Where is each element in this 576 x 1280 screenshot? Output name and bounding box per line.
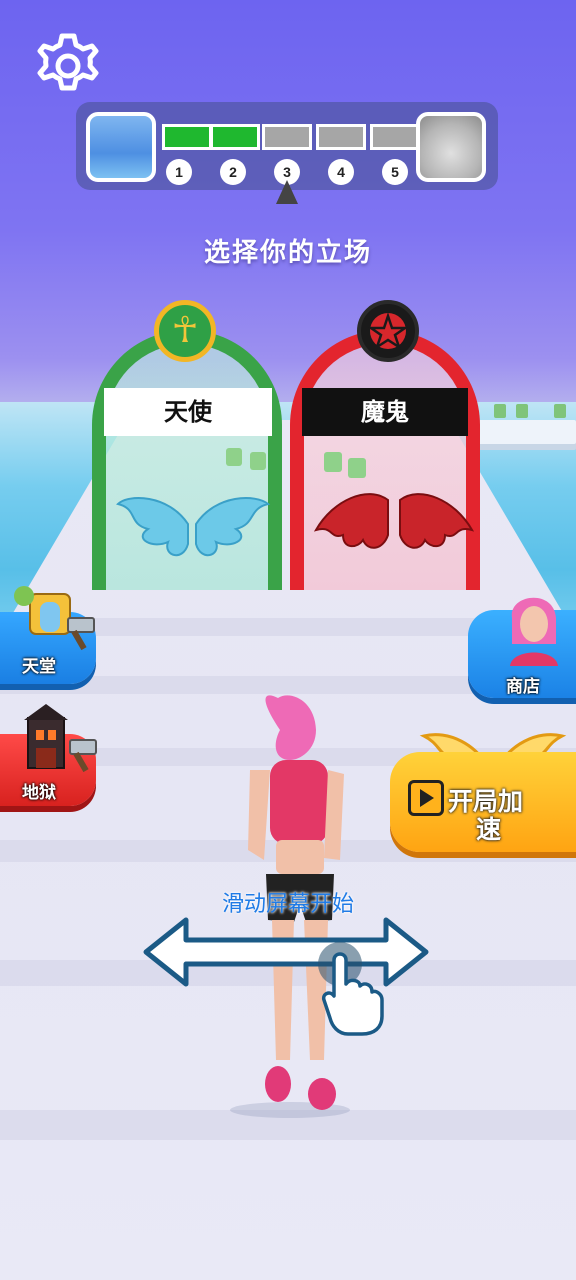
level-number: 1 [166,159,192,185]
pointing-hand-icon [318,942,384,1036]
distant-card [494,404,506,418]
progress-segment-todo [370,124,420,150]
hell-button[interactable]: 地狱 [0,704,97,806]
level-number: 4 [328,159,354,185]
hell-label: 地狱 [22,783,56,803]
video-play-icon [408,780,444,816]
ankh-icon: ☥ [154,300,216,362]
hell-building-icon [24,704,97,773]
settings-button[interactable] [32,30,104,102]
swipe-arrow-icon [143,917,429,987]
shop-label: 商店 [506,677,540,697]
stat-card [226,448,242,466]
progress-segment-todo [262,124,312,150]
demon-gate-label: 魔鬼 [302,388,468,436]
distant-card [554,404,566,418]
heaven-button[interactable]: 天堂 [0,586,96,684]
stat-card [324,452,342,472]
demon-gate[interactable] [290,330,480,590]
angel-gate-label: 天使 [104,388,272,436]
start-thumbnail [86,112,156,182]
progress-segment-done [162,124,212,150]
pentagram-icon [357,300,419,362]
heaven-building-icon [14,586,95,651]
page-title: 选择你的立场 [203,238,372,268]
level-number: 2 [220,159,246,185]
demon-wings-icon [313,493,474,549]
current-level-pointer-icon [276,180,298,204]
shop-button[interactable]: 商店 [468,597,576,698]
finish-thumbnail [416,112,486,182]
heaven-label: 天堂 [22,657,56,677]
level-number: 5 [382,159,408,185]
angel-gate[interactable] [92,330,282,590]
angel-wings-icon [116,497,271,556]
stat-card [348,458,366,478]
progress-segment-todo [316,124,366,150]
distant-card [516,404,528,418]
boost-label: 开局加速 [448,787,524,844]
avatar-icon [510,597,558,666]
level-progress-panel: 1 2 3 4 5 [76,102,498,204]
progress-segment-done [210,124,260,150]
gear-icon [37,33,99,91]
side-track [470,420,576,444]
stat-card [250,452,266,470]
